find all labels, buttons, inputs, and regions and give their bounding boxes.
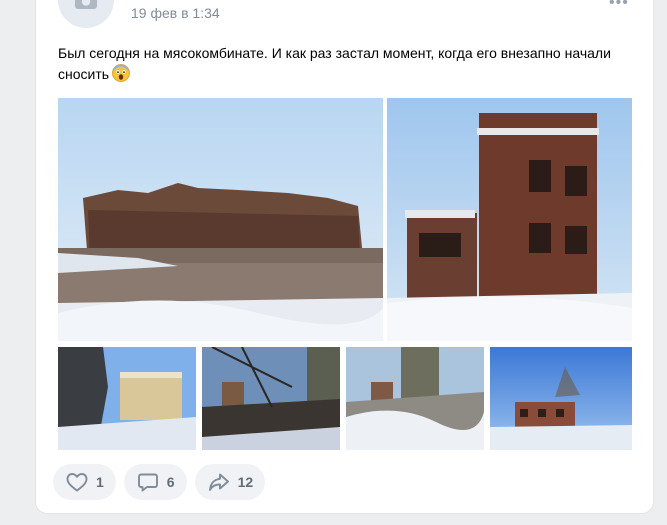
share-icon — [208, 473, 229, 491]
comment-icon — [137, 473, 158, 492]
more-options-button[interactable]: ••• — [609, 0, 629, 12]
like-count: 1 — [96, 474, 104, 490]
like-button[interactable]: 1 — [53, 464, 116, 500]
post-text-body: Был сегодня на мясокомбинате. И как раз … — [58, 45, 611, 82]
face-screaming-emoji — [112, 64, 130, 82]
comment-count: 6 — [166, 474, 175, 490]
photo-5[interactable] — [346, 347, 484, 450]
share-count: 12 — [237, 474, 254, 490]
post-date[interactable]: 19 фев в 1:34 — [131, 5, 220, 21]
post-actions: 1 6 12 — [53, 464, 266, 500]
photo-2[interactable] — [387, 98, 632, 341]
camera-icon — [75, 0, 97, 9]
comment-button[interactable]: 6 — [123, 464, 187, 500]
photo-4[interactable] — [202, 347, 340, 450]
photo-3[interactable] — [58, 347, 196, 450]
photo-1[interactable] — [58, 98, 383, 341]
heart-icon — [66, 473, 88, 492]
photo-6[interactable] — [490, 347, 632, 450]
share-button[interactable]: 12 — [194, 464, 266, 500]
post-text: Был сегодня на мясокомбинате. И как раз … — [58, 43, 628, 85]
